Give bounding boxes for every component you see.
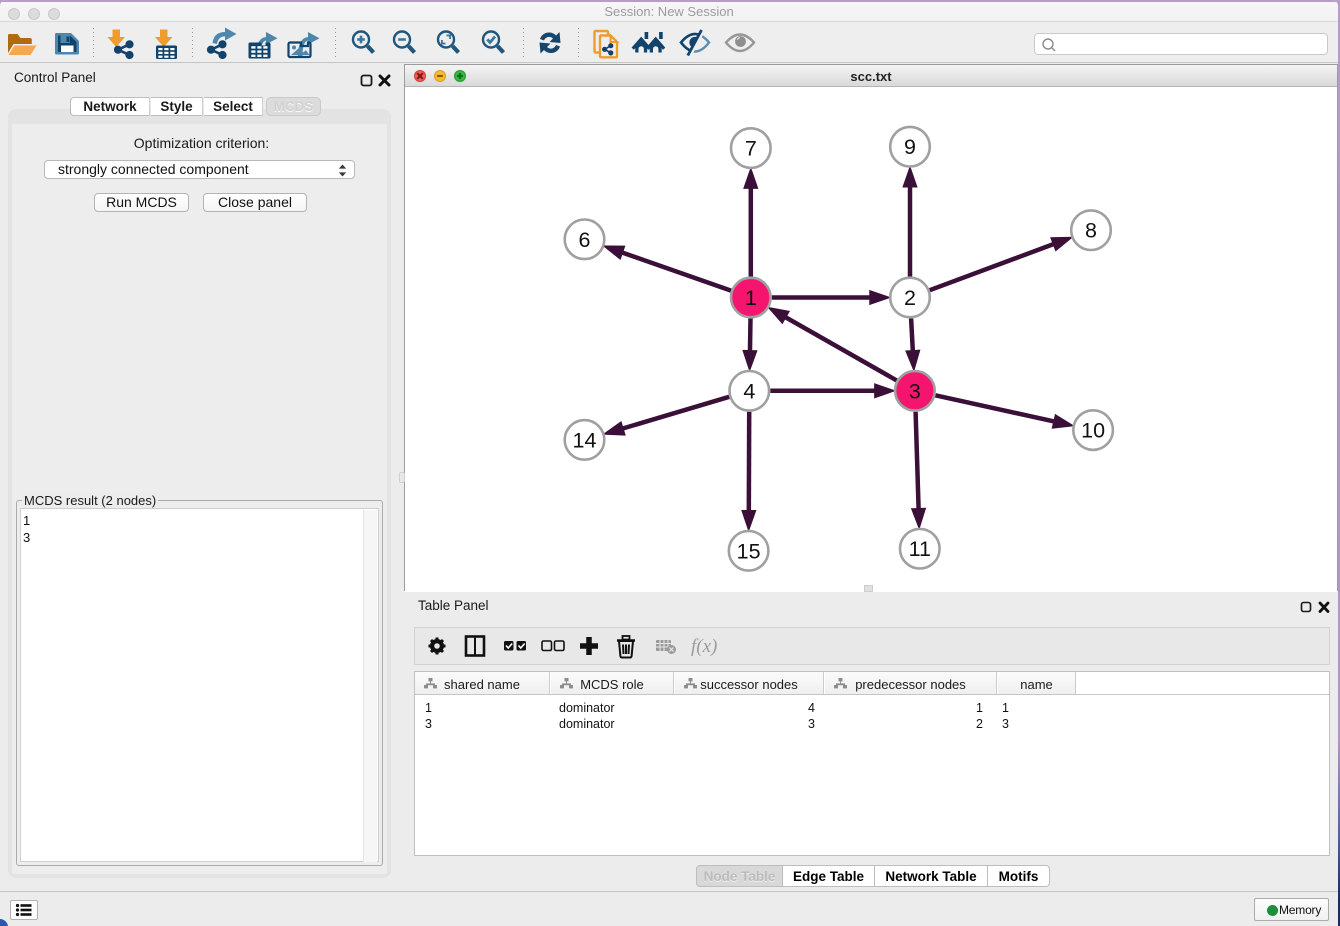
svg-text:9: 9 — [904, 135, 916, 159]
svg-text:3: 3 — [909, 379, 921, 403]
svg-text:8: 8 — [1085, 219, 1097, 243]
svg-text:4: 4 — [743, 379, 755, 403]
svg-text:15: 15 — [737, 539, 761, 563]
svg-text:14: 14 — [573, 428, 597, 452]
svg-text:6: 6 — [579, 228, 591, 252]
svg-text:7: 7 — [745, 137, 757, 161]
svg-text:11: 11 — [909, 537, 931, 561]
svg-text:10: 10 — [1081, 419, 1105, 443]
svg-text:1: 1 — [745, 286, 757, 310]
svg-text:f(x): f(x) — [691, 636, 717, 657]
svg-text:2: 2 — [904, 286, 916, 310]
